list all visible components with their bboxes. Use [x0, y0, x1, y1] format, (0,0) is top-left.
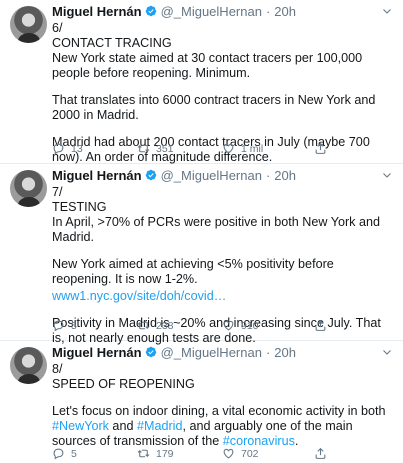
like-icon [222, 319, 235, 332]
separator-dot: · [265, 344, 271, 360]
retweet-icon [137, 319, 150, 332]
tweet-time[interactable]: 20h [274, 345, 296, 360]
retweet-count: 351 [156, 142, 174, 155]
hashtag-madrid[interactable]: #Madrid [137, 419, 183, 433]
share-icon [314, 447, 327, 460]
thread-number: 8/ [52, 362, 63, 376]
reply-count: 5 [71, 319, 77, 332]
avatar[interactable] [10, 6, 47, 43]
tweet-actions: 5 179 702 [52, 447, 393, 460]
like-count: 702 [241, 447, 259, 460]
separator-dot: · [265, 167, 271, 183]
chevron-down-icon[interactable] [381, 169, 393, 181]
thread-number: 7/ [52, 185, 63, 199]
retweet-button[interactable]: 238 [137, 319, 222, 332]
thread-number: 6/ [52, 21, 63, 35]
author-name[interactable]: Miguel Hernán [52, 4, 142, 19]
like-count: 1 mil [241, 142, 264, 155]
external-link[interactable]: www1.nyc.gov/site/doh/covid… [52, 289, 393, 304]
verified-badge-icon [145, 169, 157, 181]
section-heading: TESTING [52, 200, 107, 214]
section-heading: CONTACT TRACING [52, 36, 172, 50]
share-button[interactable] [314, 142, 333, 155]
reply-button[interactable]: 13 [52, 142, 137, 155]
verified-badge-icon [145, 5, 157, 17]
tweet-time[interactable]: 20h [274, 4, 296, 19]
retweet-icon [137, 447, 150, 460]
reply-count: 13 [71, 142, 83, 155]
avatar[interactable] [10, 347, 47, 384]
verified-badge-icon [145, 346, 157, 358]
tweet-7[interactable]: Miguel Hernán @_MiguelHernan · 20h 7/ TE… [0, 164, 403, 345]
reply-icon [52, 142, 65, 155]
author-handle[interactable]: @_MiguelHernan [161, 345, 262, 360]
section-heading: SPEED OF REOPENING [52, 377, 195, 391]
share-button[interactable] [314, 319, 333, 332]
separator-dot: · [265, 3, 271, 19]
avatar[interactable] [10, 170, 47, 207]
tweet-actions: 5 238 910 [52, 319, 393, 332]
retweet-button[interactable]: 179 [137, 447, 222, 460]
author-name[interactable]: Miguel Hernán [52, 345, 142, 360]
like-button[interactable]: 910 [222, 319, 307, 332]
hashtag-newyork[interactable]: #NewYork [52, 419, 109, 433]
reply-button[interactable]: 5 [52, 447, 137, 460]
paragraph: New York state aimed at 30 contact trace… [52, 51, 363, 80]
like-icon [222, 142, 235, 155]
paragraph: In April, >70% of PCRs were positive in … [52, 215, 380, 244]
chevron-down-icon[interactable] [381, 346, 393, 358]
like-count: 910 [241, 319, 259, 332]
share-icon [314, 142, 327, 155]
author-handle[interactable]: @_MiguelHernan [161, 4, 262, 19]
like-icon [222, 447, 235, 460]
paragraph: Let's focus on indoor dining, a vital ec… [52, 404, 386, 448]
reply-count: 5 [71, 447, 77, 460]
paragraph: That translates into 6000 contract trace… [52, 93, 376, 122]
like-button[interactable]: 1 mil [222, 142, 307, 155]
share-icon [314, 319, 327, 332]
tweet-time[interactable]: 20h [274, 168, 296, 183]
chevron-down-icon[interactable] [381, 5, 393, 17]
tweet-actions: 13 351 1 mil [52, 142, 393, 155]
reply-icon [52, 319, 65, 332]
reply-icon [52, 447, 65, 460]
hashtag-coronavirus[interactable]: #coronavirus [223, 434, 295, 448]
retweet-icon [137, 142, 150, 155]
retweet-count: 238 [156, 319, 174, 332]
author-handle[interactable]: @_MiguelHernan [161, 168, 262, 183]
retweet-count: 179 [156, 447, 174, 460]
like-button[interactable]: 702 [222, 447, 307, 460]
tweet-6[interactable]: Miguel Hernán @_MiguelHernan · 20h 6/ CO… [0, 0, 403, 164]
paragraph: New York aimed at achieving <5% positivi… [52, 257, 334, 286]
share-button[interactable] [314, 447, 333, 460]
author-name[interactable]: Miguel Hernán [52, 168, 142, 183]
tweet-8[interactable]: Miguel Hernán @_MiguelHernan · 20h 8/ SP… [0, 341, 403, 463]
tweet-text: 8/ SPEED OF REOPENING Let's focus on ind… [52, 362, 393, 449]
retweet-button[interactable]: 351 [137, 142, 222, 155]
reply-button[interactable]: 5 [52, 319, 137, 332]
